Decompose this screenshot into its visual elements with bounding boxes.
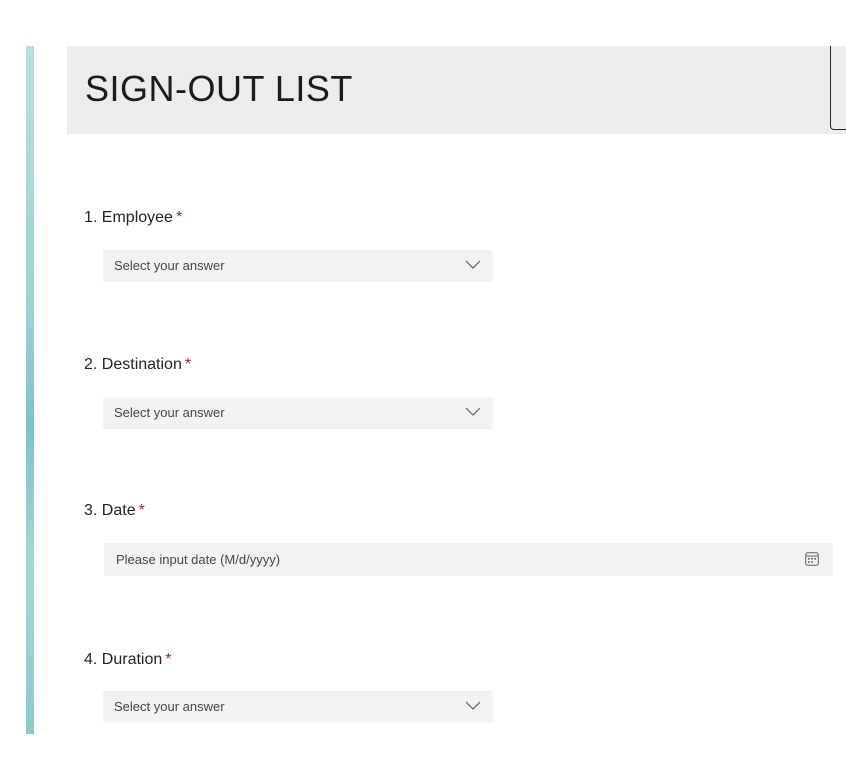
- chevron-down-icon: [465, 701, 481, 710]
- date-placeholder: Please input date (M/d/yyyy): [116, 552, 281, 567]
- header-panel-edge: [830, 46, 846, 130]
- left-accent-bar: [26, 46, 34, 734]
- question-title: 2. Destination: [84, 356, 182, 373]
- question-destination: 2. Destination *: [84, 356, 191, 374]
- destination-dropdown[interactable]: Select your answer: [103, 397, 493, 429]
- chevron-down-icon: [465, 260, 481, 269]
- calendar-icon[interactable]: [805, 552, 819, 566]
- required-marker: *: [165, 651, 172, 668]
- question-title: 1. Employee: [84, 209, 173, 226]
- dropdown-placeholder: Select your answer: [114, 258, 225, 273]
- question-title: 3. Date: [84, 502, 136, 519]
- page-title: SIGN-OUT LIST: [85, 68, 353, 109]
- form-header: SIGN-OUT LIST: [67, 46, 846, 134]
- question-date: 3. Date *: [84, 502, 145, 520]
- question-label: 2. Destination *: [84, 356, 191, 374]
- dropdown-placeholder: Select your answer: [114, 699, 225, 714]
- chevron-down-icon: [465, 407, 481, 416]
- question-employee: 1. Employee *: [84, 209, 182, 227]
- required-marker: *: [138, 502, 145, 519]
- question-label: 4. Duration *: [84, 651, 172, 669]
- required-marker: *: [184, 356, 192, 373]
- employee-dropdown[interactable]: Select your answer: [103, 250, 493, 282]
- question-duration: 4. Duration *: [84, 651, 172, 669]
- question-title: 4. Duration: [84, 651, 163, 668]
- dropdown-placeholder: Select your answer: [114, 405, 225, 420]
- date-input[interactable]: Please input date (M/d/yyyy): [104, 543, 833, 576]
- question-label: 3. Date *: [84, 502, 145, 520]
- question-label: 1. Employee *: [84, 209, 182, 227]
- required-marker: *: [175, 209, 183, 226]
- duration-dropdown[interactable]: Select your answer: [103, 691, 493, 723]
